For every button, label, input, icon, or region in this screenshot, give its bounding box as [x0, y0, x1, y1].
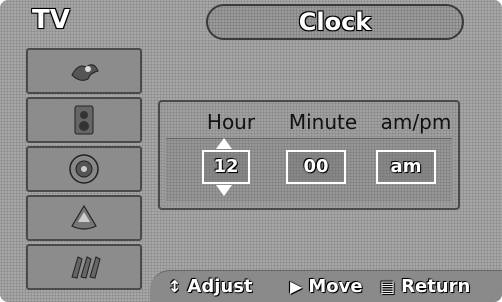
input-icon: [71, 256, 101, 279]
minute-field[interactable]: 00: [286, 150, 346, 184]
channel-icon: [69, 154, 99, 184]
hour-field[interactable]: 12: [202, 150, 250, 184]
decrease-arrow-icon[interactable]: [216, 185, 232, 196]
move-label: Move: [308, 276, 363, 297]
osd-screen: TV Clock Hour Minute am/pm 12 00 am ↕ Ad…: [0, 0, 502, 302]
picture-icon: [71, 64, 99, 81]
adjust-hint: ↕ Adjust: [168, 271, 253, 302]
increase-arrow-icon[interactable]: [216, 138, 232, 149]
clock-headers: Hour Minute am/pm: [160, 108, 458, 136]
sidebar-item-picture[interactable]: [26, 48, 142, 94]
menu-title: Clock: [298, 8, 372, 36]
ampm-field[interactable]: am: [376, 150, 436, 184]
adjust-label: Adjust: [187, 276, 253, 297]
updown-arrow-icon: ↕: [168, 277, 182, 296]
clock-panel: Hour Minute am/pm 12 00 am: [158, 100, 460, 210]
sidebar-item-channel[interactable]: [26, 146, 142, 192]
move-hint: ▶ Move: [290, 271, 363, 302]
hour-header: Hour: [206, 110, 256, 134]
minute-header: Minute: [288, 110, 358, 134]
menu-title-pill: Clock: [206, 4, 464, 40]
source-label: TV: [32, 5, 70, 35]
footer-hints: ↕ Adjust ▶ Move ▤ Return: [150, 270, 502, 302]
setup-icon: [71, 204, 97, 230]
clock-fields: 12 00 am: [166, 138, 452, 201]
return-label: Return: [401, 276, 471, 297]
right-arrow-icon: ▶: [290, 277, 303, 296]
return-hint: ▤ Return: [380, 271, 470, 302]
sound-icon: [74, 105, 94, 135]
sidebar: [26, 44, 142, 292]
menu-icon: ▤: [380, 277, 396, 296]
sidebar-item-input[interactable]: [26, 244, 142, 290]
sidebar-item-setup[interactable]: [26, 195, 142, 241]
sidebar-item-sound[interactable]: [26, 97, 142, 143]
ampm-header: am/pm: [380, 110, 452, 134]
top-bar: TV Clock: [0, 0, 502, 44]
